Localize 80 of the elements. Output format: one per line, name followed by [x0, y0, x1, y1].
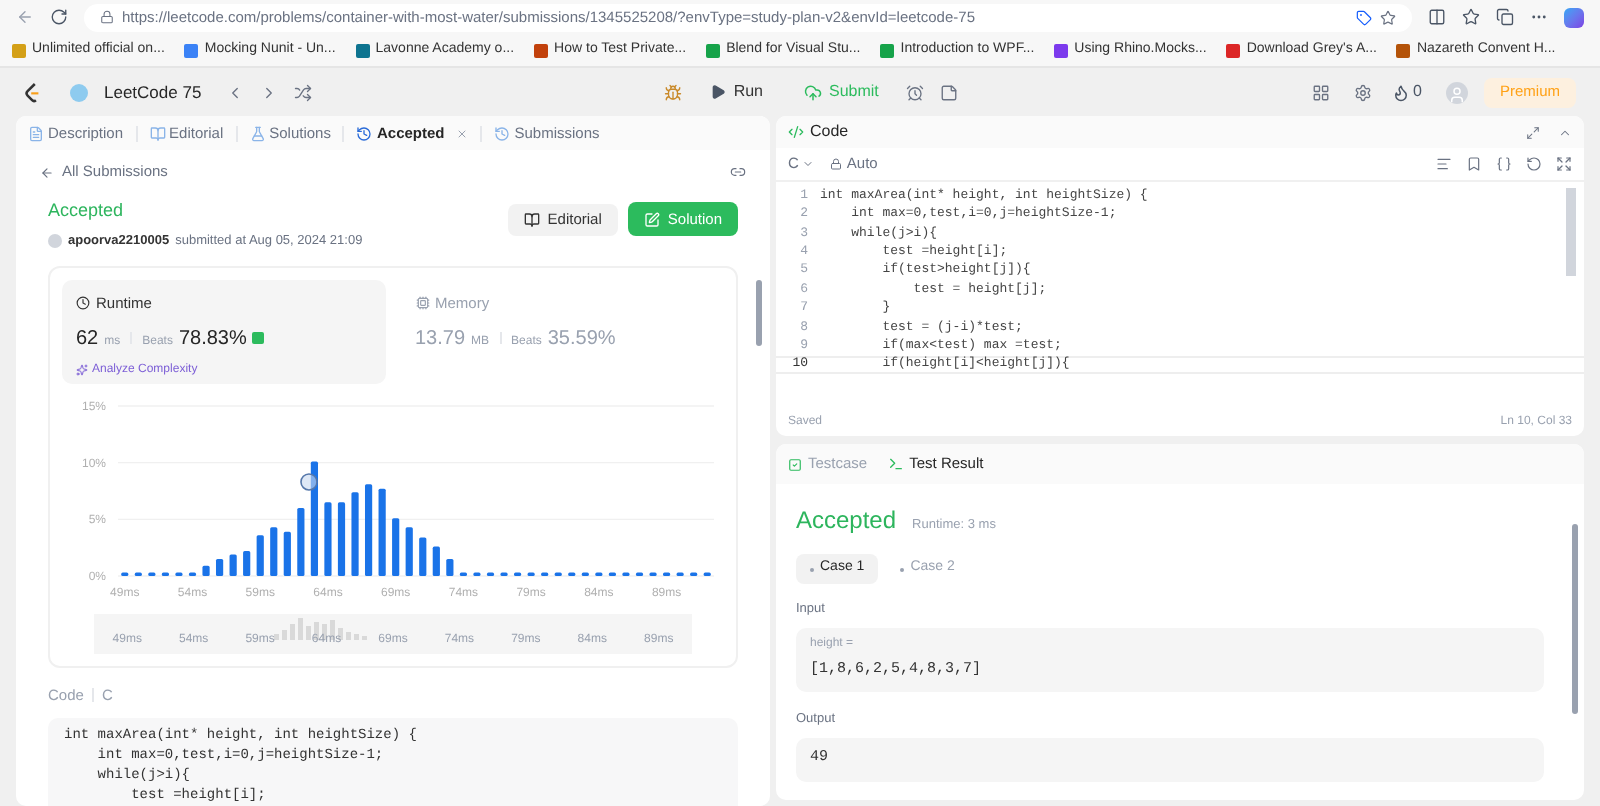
debug-icon[interactable]	[663, 83, 682, 101]
document-icon	[28, 125, 44, 141]
collections-icon[interactable]	[1496, 8, 1514, 26]
lock-icon	[830, 158, 843, 170]
chart-bar	[446, 559, 454, 577]
split-screen-icon[interactable]	[1428, 8, 1446, 26]
expand-icon[interactable]	[1556, 156, 1572, 172]
beats-value: 78.83%	[178, 325, 247, 353]
result-status: Accepted	[796, 504, 897, 538]
chart-bar	[419, 537, 427, 577]
back-icon[interactable]	[16, 8, 34, 26]
alarm-icon[interactable]	[906, 83, 925, 101]
beats-value: 35.59%	[547, 325, 616, 353]
chip-icon	[415, 296, 429, 311]
chart-bar	[337, 502, 346, 577]
refresh-icon[interactable]	[50, 8, 68, 26]
code-icon	[788, 124, 804, 140]
cursor-circle	[300, 473, 318, 492]
history-icon	[494, 125, 511, 141]
chart-bar	[392, 518, 400, 577]
flame-icon	[1391, 83, 1410, 101]
study-plan-icon	[70, 83, 88, 101]
bookmark-icon[interactable]	[1466, 156, 1482, 172]
chart-bar	[432, 547, 440, 577]
chart-bar	[270, 527, 278, 577]
book-icon	[149, 125, 166, 141]
reset-icon[interactable]	[1526, 156, 1542, 172]
star-icon[interactable]	[1380, 9, 1396, 25]
tag-icon[interactable]	[1356, 9, 1372, 25]
flask-icon	[249, 125, 266, 141]
logo-icon[interactable]	[24, 81, 42, 103]
settings-icon[interactable]	[1353, 83, 1372, 101]
scrollbar[interactable]	[1572, 524, 1578, 714]
chart-bar	[229, 554, 237, 577]
chart-bar	[405, 527, 413, 577]
stat-value: 62	[76, 325, 99, 353]
submission-status: Accepted	[48, 198, 126, 224]
chart-bar	[243, 551, 251, 577]
book-icon	[523, 212, 540, 228]
chart-bar	[202, 566, 210, 577]
play-icon	[709, 84, 726, 100]
chart-bar	[351, 492, 359, 577]
link-icon[interactable]	[730, 164, 746, 180]
streak-counter[interactable]: 0	[1391, 80, 1422, 104]
checkbox-icon	[788, 457, 802, 471]
chart-bar	[256, 535, 264, 577]
panel-title: Code	[810, 120, 849, 144]
run-button[interactable]: Run	[697, 76, 775, 108]
sparkle-icon	[76, 364, 88, 376]
edit-icon	[643, 211, 660, 227]
close-icon[interactable]	[456, 127, 469, 139]
layout-icon[interactable]	[1311, 83, 1330, 101]
chart-bar	[310, 462, 318, 577]
chart-bar	[297, 508, 305, 577]
history-icon	[356, 125, 373, 141]
fullscreen-icon[interactable]	[1526, 125, 1540, 139]
chart-bar	[378, 489, 386, 577]
study-plan-title[interactable]: LeetCode 75	[104, 79, 202, 105]
format-icon[interactable]	[1436, 156, 1452, 172]
badge-icon	[252, 332, 265, 344]
scrollbar[interactable]	[756, 280, 762, 346]
shuffle-icon[interactable]	[293, 83, 312, 101]
note-icon[interactable]	[940, 83, 959, 101]
chart-bar	[216, 559, 224, 577]
chart-bar	[324, 502, 332, 577]
favorites-icon[interactable]	[1462, 8, 1480, 26]
chart-bar	[283, 532, 291, 577]
copilot-icon[interactable]	[1564, 7, 1584, 27]
clock-icon	[76, 296, 90, 311]
braces-icon[interactable]	[1496, 156, 1512, 172]
lock-icon	[100, 10, 114, 24]
terminal-icon	[887, 456, 904, 472]
stat-value: 13.79	[415, 325, 466, 353]
upload-icon	[803, 83, 821, 101]
chevron-down-icon	[802, 158, 815, 170]
user-avatar	[48, 233, 62, 248]
back-arrow-icon	[40, 165, 54, 179]
scrollbar[interactable]	[1566, 188, 1576, 276]
chart-bar	[365, 484, 373, 577]
chevron-up-icon[interactable]	[1558, 125, 1572, 139]
